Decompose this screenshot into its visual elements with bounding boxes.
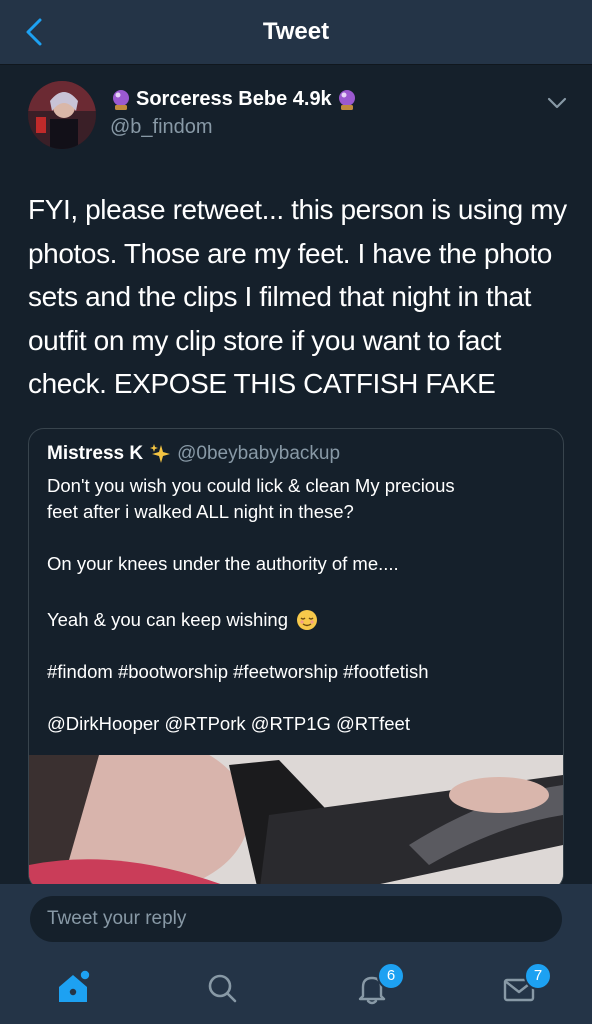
- tweet-text-line: photos. Those are my feet. I have the ph…: [28, 237, 552, 269]
- crystal-ball-icon: [113, 89, 129, 110]
- notifications-badge: 6: [377, 962, 405, 990]
- reply-bar: Tweet your reply: [0, 884, 592, 954]
- author-name: Sorceress Bebe 4.9k: [136, 88, 332, 110]
- nav-home[interactable]: [53, 968, 93, 1008]
- chevron-down-icon[interactable]: [544, 92, 570, 114]
- tweet-text-line: sets and the clips I filmed that night i…: [28, 281, 532, 312]
- quoted-tweet[interactable]: Mistress K @0beybabybackup Don't you wis…: [28, 428, 564, 890]
- home-icon: [59, 970, 90, 1002]
- reply-input[interactable]: Tweet your reply: [30, 896, 562, 942]
- quoted-text-line: On your knees under the authority of me.…: [47, 553, 399, 574]
- search-icon: [208, 974, 237, 1003]
- author-name-row[interactable]: Sorceress Bebe 4.9k: [110, 88, 358, 111]
- crystal-ball-icon: [338, 89, 355, 110]
- quoted-text-line: Don't you wish you could lick & clean My…: [47, 475, 455, 496]
- quoted-author-handle: @0beybabybackup: [177, 443, 341, 464]
- quoted-hashtags[interactable]: #findom #bootworship #feetworship #footf…: [47, 661, 429, 683]
- quoted-mentions[interactable]: @DirkHooper @RTPork @RTP1G @RTfeet: [47, 713, 410, 735]
- relieved-face-emoji: [297, 610, 318, 630]
- messages-badge: 7: [524, 962, 552, 990]
- sparkles-icon: [150, 444, 171, 463]
- tweet-text-line: check. EXPOSE THIS CATFISH FAKE: [28, 368, 496, 399]
- tweet-text: FYI, please retweet... this person is us…: [28, 188, 573, 406]
- tweet-text-line: FYI, please retweet... this person is us…: [28, 194, 567, 225]
- tweet-text-line: outfit on my clip store if you want to f…: [28, 324, 502, 356]
- top-bar: Tweet: [0, 0, 592, 65]
- quoted-media-image[interactable]: [29, 755, 563, 889]
- quoted-text-line-with-emoji: Yeah & you can keep wishing: [47, 609, 318, 631]
- page-title: Tweet: [262, 18, 330, 45]
- avatar[interactable]: [28, 81, 96, 149]
- quoted-author-row: Mistress K @0beybabybackup: [47, 443, 340, 465]
- author-handle[interactable]: @b_findom: [110, 116, 213, 139]
- nav-search[interactable]: [202, 968, 242, 1008]
- quoted-text-line: feet after i walked ALL night in these?: [47, 501, 354, 522]
- quoted-text-line: Yeah & you can keep wishing: [47, 609, 289, 630]
- quoted-author-name: Mistress K: [47, 443, 144, 464]
- bottom-nav: 6 7: [0, 954, 592, 1024]
